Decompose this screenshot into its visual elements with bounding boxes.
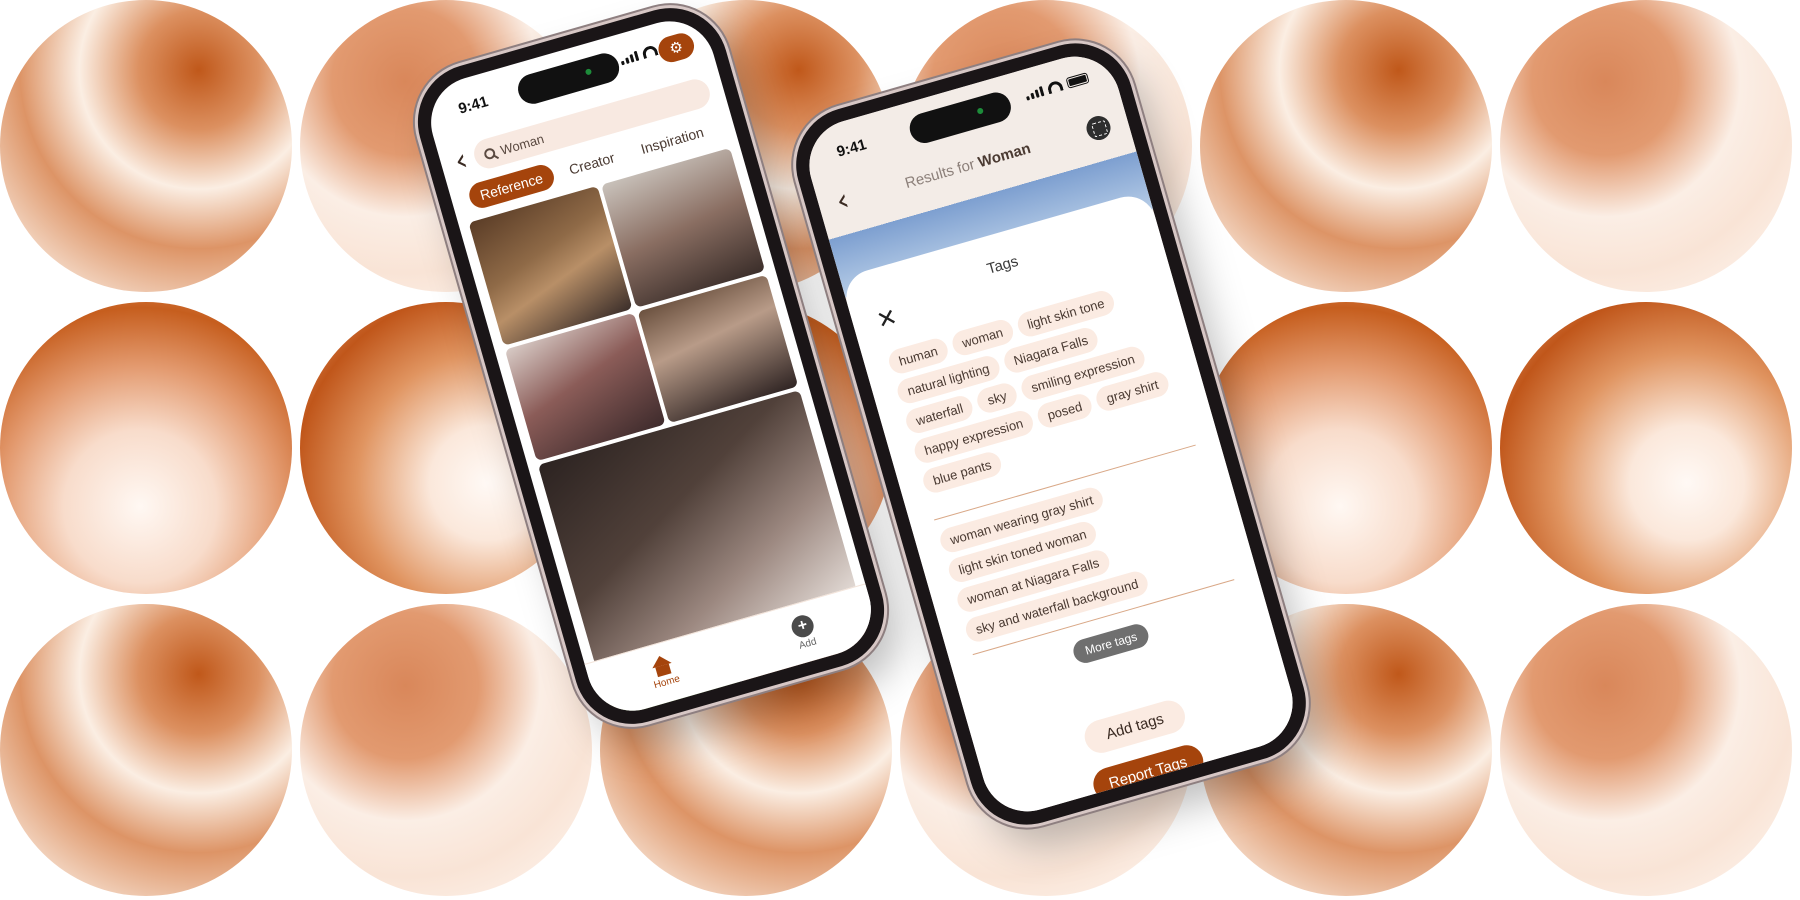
nav-add[interactable]: + Add: [789, 612, 820, 653]
back-chevron-icon[interactable]: ‹: [451, 142, 472, 179]
decor-orb: [1500, 604, 1792, 896]
sliders-icon: ⚙: [667, 37, 686, 59]
decor-orb: [1500, 302, 1792, 594]
close-icon[interactable]: ✕: [873, 303, 900, 335]
decor-orb: [1200, 0, 1492, 292]
decor-orb: [300, 604, 592, 896]
nav-home[interactable]: Home: [647, 654, 682, 691]
tag-phrases: woman wearing gray shirt light skin tone…: [937, 456, 1231, 645]
filter-button[interactable]: ⚙: [655, 30, 698, 66]
search-icon: [482, 146, 497, 161]
nav-add-label: Add: [797, 636, 818, 652]
decor-orb: [0, 0, 292, 292]
more-tags-button[interactable]: More tags: [1070, 621, 1152, 666]
tag-chip[interactable]: sky: [974, 380, 1020, 416]
wifi-icon: [641, 44, 659, 60]
status-time: 9:41: [456, 93, 491, 118]
signal-icon: [619, 50, 640, 65]
tag-chips: human woman light skin tone natural ligh…: [886, 277, 1189, 496]
decor-orb: [1500, 0, 1792, 292]
search-value: Woman: [498, 130, 546, 158]
decor-orb: [0, 604, 292, 896]
dynamic-island: [514, 49, 623, 108]
decor-orb: [0, 302, 292, 594]
